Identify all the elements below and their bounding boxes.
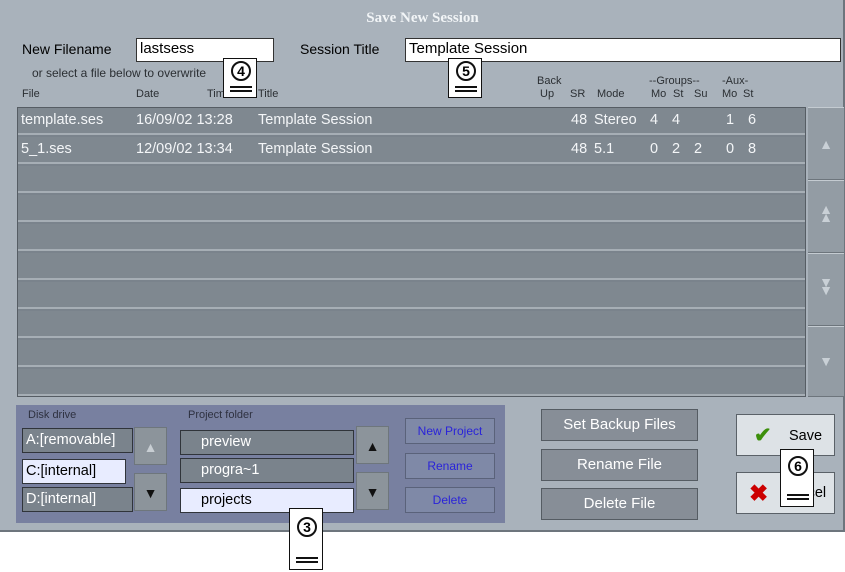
file-mode: Stereo	[594, 112, 637, 128]
callout-number: 5	[456, 61, 476, 81]
col-title: Title	[258, 88, 279, 100]
file-name: 5_1.ses	[21, 141, 72, 157]
project-item-projects[interactable]: projects	[180, 488, 354, 513]
disk-scroll-up-button[interactable]: ▲	[134, 427, 167, 465]
empty-row[interactable]	[18, 253, 805, 280]
project-scroll-up-button[interactable]: ▲	[356, 426, 389, 464]
file-mode: 5.1	[594, 141, 615, 157]
empty-row[interactable]	[18, 282, 805, 309]
disk-scroll-down-button[interactable]: ▼	[134, 473, 167, 511]
col-sr: SR	[570, 88, 586, 100]
col-groups: --Groups--	[649, 75, 700, 87]
page-up-button[interactable]: ▲ ▲	[808, 180, 844, 253]
file-name: template.ses	[21, 112, 104, 128]
col-aux-mo: Mo	[722, 88, 738, 100]
callout-tag: 5	[448, 58, 482, 98]
project-scroll-down-button[interactable]: ▼	[356, 472, 389, 510]
rename-file-button[interactable]: Rename File	[541, 449, 698, 481]
x-icon: ✖	[749, 480, 769, 506]
file-title: Template Session	[258, 141, 373, 157]
disk-drive-label: Disk drive	[28, 409, 77, 421]
rename-project-button[interactable]: Rename	[405, 453, 495, 479]
file-groups-su: 2	[694, 141, 703, 157]
callout-number: 4	[231, 61, 251, 81]
chevron-down-icon: ▼	[365, 484, 380, 500]
empty-row[interactable]	[18, 166, 805, 193]
dialog-title: Save New Session	[366, 10, 479, 26]
page-down-button[interactable]: ▼ ▼	[808, 253, 844, 326]
disk-item-a[interactable]: A:[removable]	[22, 428, 133, 453]
file-title: Template Session	[258, 112, 373, 128]
disk-item-d[interactable]: D:[internal]	[22, 487, 133, 512]
drive-project-panel: Disk drive A:[removable] C:[internal] D:…	[16, 405, 505, 523]
callout-number: 6	[788, 456, 808, 476]
save-session-dialog: Save New Session New Filename lastsess S…	[0, 0, 845, 532]
double-chevron-down-icon: ▼ ▼	[819, 274, 833, 298]
session-title-label: Session Title	[300, 41, 380, 57]
col-aux-st: St	[743, 88, 754, 100]
empty-row[interactable]	[18, 224, 805, 251]
chevron-down-icon: ▼	[143, 485, 158, 501]
callout-tag: 6	[780, 449, 814, 507]
callout-number: 3	[297, 517, 317, 537]
project-folder-label: Project folder	[188, 409, 253, 421]
save-label: Save	[789, 428, 823, 444]
file-datetime: 16/09/02 13:28	[136, 112, 233, 128]
col-back: Back	[537, 75, 562, 87]
checkmark-icon: ✔	[754, 424, 772, 447]
col-mode: Mode	[597, 88, 625, 100]
chevron-up-icon: ▲	[365, 438, 380, 454]
scroll-up-button[interactable]: ▲	[808, 107, 844, 180]
empty-row[interactable]	[18, 340, 805, 367]
empty-row[interactable]	[18, 195, 805, 222]
chevron-up-icon: ▲	[143, 439, 158, 455]
file-sr: 48	[571, 112, 588, 128]
file-groups-st: 4	[672, 112, 681, 128]
overwrite-hint: or select a file below to overwrite	[32, 66, 207, 80]
file-groups-mo: 4	[650, 112, 659, 128]
callout-tag: 3	[289, 508, 323, 570]
file-groups-st: 2	[672, 141, 681, 157]
disk-item-c[interactable]: C:[internal]	[22, 459, 126, 484]
file-aux-st: 6	[748, 112, 757, 128]
file-aux-mo: 0	[726, 141, 735, 157]
table-row[interactable]: 5_1.ses 12/09/02 13:34 Template Session …	[18, 137, 805, 164]
col-aux: -Aux-	[722, 75, 749, 87]
double-chevron-up-icon: ▲ ▲	[819, 201, 833, 225]
scroll-down-button[interactable]: ▼	[808, 326, 844, 397]
delete-file-button[interactable]: Delete File	[541, 488, 698, 520]
chevron-up-icon: ▲	[819, 136, 833, 152]
project-item-preview[interactable]: preview	[180, 430, 354, 455]
col-groups-st: St	[673, 88, 684, 100]
new-project-button[interactable]: New Project	[405, 418, 495, 444]
file-sr: 48	[571, 141, 588, 157]
delete-project-button[interactable]: Delete	[405, 487, 495, 513]
empty-row[interactable]	[18, 369, 805, 396]
col-up: Up	[540, 88, 555, 100]
file-groups-mo: 0	[650, 141, 659, 157]
project-item-progra[interactable]: progra~1	[180, 458, 354, 483]
col-groups-mo: Mo	[651, 88, 667, 100]
set-backup-files-button[interactable]: Set Backup Files	[541, 409, 698, 441]
chevron-down-icon: ▼	[819, 353, 833, 369]
file-aux-st: 8	[748, 141, 757, 157]
file-list: template.ses 16/09/02 13:28 Template Ses…	[17, 107, 806, 397]
file-datetime: 12/09/02 13:34	[136, 141, 233, 157]
col-file: File	[22, 88, 40, 100]
col-groups-su: Su	[694, 88, 708, 100]
callout-tag: 4	[223, 58, 257, 98]
filename-label: New Filename	[22, 41, 112, 57]
file-aux-mo: 1	[726, 112, 735, 128]
table-row[interactable]: template.ses 16/09/02 13:28 Template Ses…	[18, 108, 805, 135]
empty-row[interactable]	[18, 311, 805, 338]
col-date: Date	[136, 88, 160, 100]
